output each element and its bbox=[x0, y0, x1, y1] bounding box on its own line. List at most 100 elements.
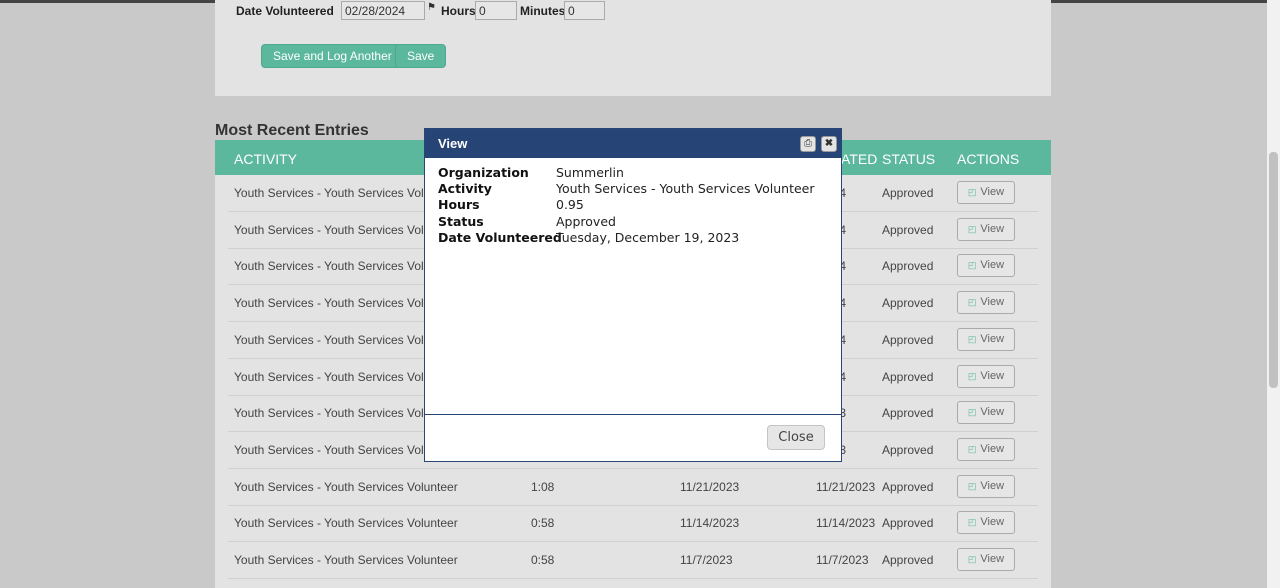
view-button-label: View bbox=[980, 369, 1005, 382]
cell-activity: Youth Services - Youth Services Volunte bbox=[234, 332, 448, 347]
cell-activity: Youth Services - Youth Services Volunte bbox=[234, 369, 448, 384]
cell-activity: Youth Services - Youth Services Volunte bbox=[234, 296, 448, 311]
view-button[interactable]: ◰ View bbox=[957, 254, 1015, 278]
cell-date: 11/7/2023 bbox=[680, 553, 733, 567]
close-button[interactable]: Close bbox=[767, 425, 825, 450]
view-icon: ◰ bbox=[967, 297, 977, 308]
view-button[interactable]: ◰ View bbox=[957, 401, 1015, 425]
field-value: Approved bbox=[556, 214, 616, 229]
field-value: Tuesday, December 19, 2023 bbox=[556, 230, 740, 245]
cell-date: 11/14/2023 bbox=[680, 516, 740, 531]
view-button[interactable]: ◰ View bbox=[957, 291, 1015, 315]
cell-status: Approved bbox=[882, 222, 934, 237]
table-row: Youth Services - Youth Services Voluntee… bbox=[228, 505, 1038, 543]
view-icon: ◰ bbox=[967, 443, 977, 454]
cell-activity: Youth Services - Youth Services Voluntee… bbox=[234, 553, 458, 567]
close-icon[interactable]: ✖ bbox=[821, 136, 837, 152]
save-button[interactable]: Save bbox=[395, 44, 447, 68]
view-icon: ◰ bbox=[967, 333, 977, 344]
view-button-label: View bbox=[980, 553, 1005, 565]
view-icon: ◰ bbox=[967, 554, 977, 564]
field-label: Hours bbox=[438, 197, 480, 212]
view-button-label: View bbox=[980, 296, 1005, 309]
log-hours-form: Date Volunteered ⚑ Hours Minutes Save an… bbox=[215, 0, 1051, 96]
field-value: 0.95 bbox=[556, 197, 584, 212]
minutes-input[interactable] bbox=[564, 1, 605, 20]
view-button-label: View bbox=[980, 442, 1005, 455]
view-button-label: View bbox=[980, 406, 1005, 419]
view-icon: ◰ bbox=[967, 517, 977, 528]
cell-activity: Youth Services - Youth Services Volunte bbox=[234, 406, 448, 421]
dialog-footer: Close bbox=[425, 414, 841, 461]
view-button[interactable]: ◰ View bbox=[957, 437, 1015, 461]
cell-status: Approved bbox=[882, 296, 934, 311]
date-volunteered-label: Date Volunteered bbox=[236, 4, 334, 18]
view-icon: ◰ bbox=[967, 370, 977, 381]
cell-created: 11/21/2023 bbox=[816, 479, 876, 494]
view-icon: ◰ bbox=[967, 187, 977, 197]
field-value: Summerlin bbox=[556, 165, 624, 180]
header-actions: ACTIONS bbox=[957, 151, 1020, 167]
view-button[interactable]: ◰ View bbox=[957, 511, 1015, 535]
cell-created: 11/7/2023 bbox=[816, 553, 869, 567]
cell-activity: Youth Services - Youth Services Volunte bbox=[234, 186, 448, 200]
cell-activity: Youth Services - Youth Services Volunte bbox=[234, 222, 448, 237]
date-volunteered-input[interactable] bbox=[341, 1, 425, 20]
view-button[interactable]: ◰ View bbox=[957, 548, 1015, 571]
header-status: STATUS bbox=[882, 151, 936, 167]
cell-status: Approved bbox=[882, 332, 934, 347]
view-icon: ◰ bbox=[967, 480, 977, 491]
dialog-header: View ⎙ ✖ bbox=[425, 129, 841, 158]
view-button-label: View bbox=[980, 186, 1005, 198]
cell-status: Approved bbox=[882, 479, 934, 494]
view-button[interactable]: ◰ View bbox=[957, 364, 1015, 388]
view-entry-dialog: View ⎙ ✖ Organization Summerlin Activity… bbox=[424, 128, 842, 462]
view-icon: ◰ bbox=[967, 223, 977, 234]
view-button[interactable]: ◰ View bbox=[957, 217, 1015, 241]
page-scrollbar[interactable] bbox=[1267, 0, 1280, 588]
cell-status: Approved bbox=[882, 406, 934, 421]
minutes-label: Minutes bbox=[520, 4, 566, 18]
view-button-label: View bbox=[980, 332, 1005, 345]
cell-duration: 1:08 bbox=[531, 479, 555, 494]
scrollbar-thumb[interactable] bbox=[1269, 152, 1278, 388]
header-activity: ACTIVITY bbox=[234, 151, 298, 167]
field-label: Organization bbox=[438, 165, 529, 180]
hours-label: Hours bbox=[441, 4, 476, 18]
cell-created: 11/14/2023 bbox=[816, 516, 876, 531]
dialog-body: Organization Summerlin Activity Youth Se… bbox=[425, 158, 841, 414]
table-row: Youth Services - Youth Services Voluntee… bbox=[228, 469, 1038, 506]
view-button-label: View bbox=[980, 259, 1005, 272]
view-button[interactable]: ◰ View bbox=[957, 181, 1015, 204]
cell-status: Approved bbox=[882, 442, 934, 457]
hours-input[interactable] bbox=[475, 1, 517, 20]
field-label: Activity bbox=[438, 181, 492, 196]
cell-status: Approved bbox=[882, 259, 934, 274]
cell-activity: Youth Services - Youth Services Volunte bbox=[234, 259, 448, 274]
cell-activity: Youth Services - Youth Services Voluntee… bbox=[234, 516, 458, 531]
save-and-log-another-button[interactable]: Save and Log Another bbox=[261, 44, 404, 68]
field-label: Date Volunteered bbox=[438, 230, 562, 245]
view-button-label: View bbox=[980, 479, 1005, 492]
field-label: Status bbox=[438, 214, 484, 229]
cell-activity: Youth Services - Youth Services Voluntee… bbox=[234, 479, 458, 494]
most-recent-entries-title: Most Recent Entries bbox=[215, 122, 369, 139]
cell-duration: 0:58 bbox=[531, 516, 555, 531]
view-button[interactable]: ◰ View bbox=[957, 327, 1015, 351]
view-icon: ◰ bbox=[967, 260, 977, 271]
dialog-title: View bbox=[438, 136, 468, 151]
cell-status: Approved bbox=[882, 553, 934, 567]
view-button-label: View bbox=[980, 516, 1005, 529]
view-button[interactable]: ◰ View bbox=[957, 474, 1015, 498]
print-icon[interactable]: ⎙ bbox=[800, 136, 816, 152]
cell-status: Approved bbox=[882, 516, 934, 531]
view-icon: ◰ bbox=[967, 407, 977, 418]
cell-date: 11/21/2023 bbox=[680, 479, 740, 494]
table-row: Youth Services - Youth Services Voluntee… bbox=[228, 542, 1038, 579]
field-value: Youth Services - Youth Services Voluntee… bbox=[556, 181, 815, 196]
cell-duration: 0:58 bbox=[531, 553, 555, 567]
flag-icon[interactable]: ⚑ bbox=[427, 2, 436, 13]
view-button-label: View bbox=[980, 222, 1005, 235]
header-created: ATED bbox=[841, 151, 878, 167]
cell-status: Approved bbox=[882, 186, 934, 200]
